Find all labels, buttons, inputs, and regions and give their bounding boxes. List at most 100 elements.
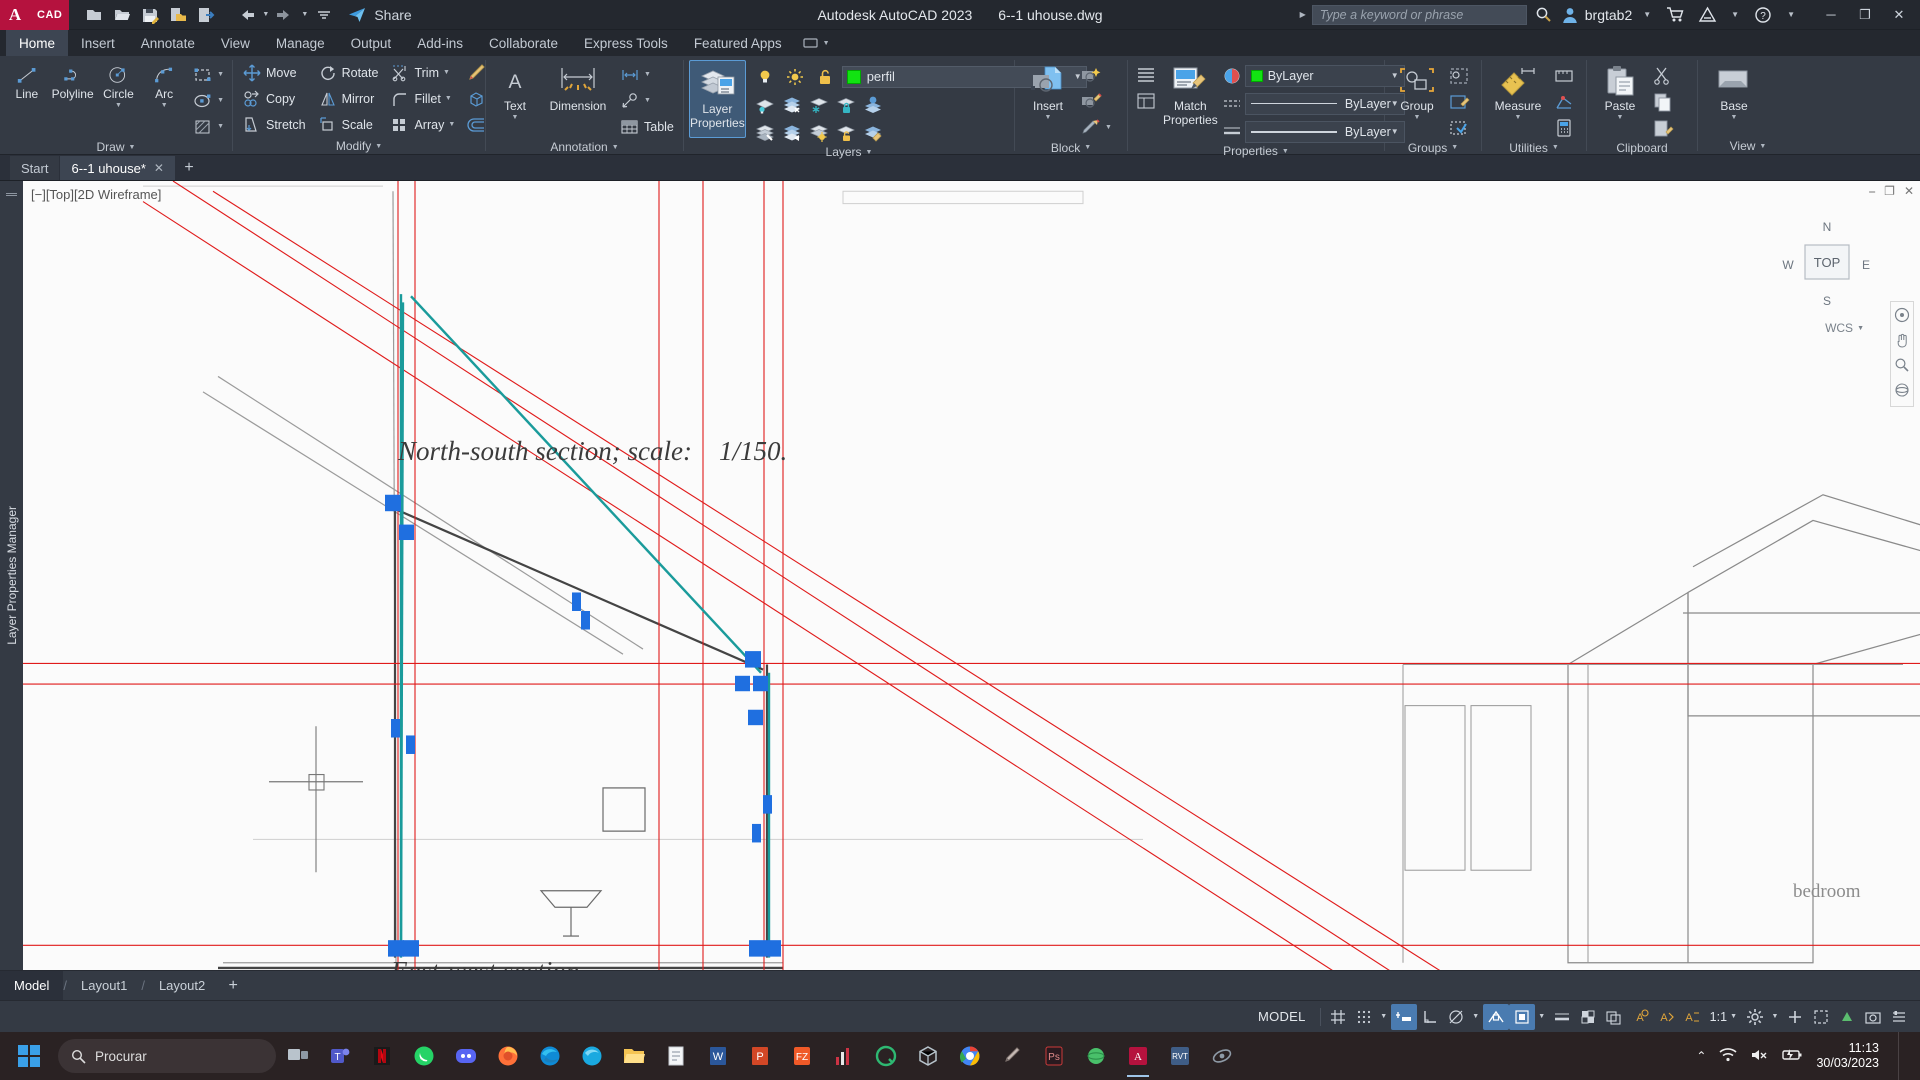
close-vp-icon[interactable]: ✕ <box>1904 184 1914 199</box>
drawing-canvas[interactable]: North-south section; scale: 1/150. East-… <box>23 181 1920 970</box>
insert-block-button[interactable]: Insert ▼ <box>1020 60 1076 121</box>
ellipse-button[interactable]: ▼ <box>190 88 227 113</box>
help-icon[interactable]: ? <box>1750 3 1776 27</box>
base-dropdown-icon[interactable]: ▼ <box>1731 114 1738 121</box>
open-icon[interactable] <box>109 3 135 27</box>
panel-modify-title[interactable]: Modify ▼ <box>233 137 485 155</box>
lineweight-dropdown[interactable]: ByLayer ▼ <box>1244 120 1405 143</box>
file-tab-start[interactable]: Start <box>10 156 60 180</box>
maximize-vp-icon[interactable]: ❐ <box>1884 184 1895 199</box>
paste-dropdown-icon[interactable]: ▼ <box>1617 114 1624 121</box>
panel-utilities-title[interactable]: Utilities ▼ <box>1482 140 1586 155</box>
tab-express-tools[interactable]: Express Tools <box>571 30 681 56</box>
rotate-button[interactable]: Rotate <box>315 60 382 85</box>
workspace-icon[interactable] <box>1742 1004 1768 1030</box>
orbit-icon[interactable] <box>1894 382 1910 401</box>
volume-muted-icon[interactable] <box>1750 1047 1768 1066</box>
panel-annotation-expand-icon[interactable]: ▼ <box>612 144 619 151</box>
annotation-visibility-icon[interactable]: A <box>1627 1004 1653 1030</box>
infer-constraints-icon[interactable] <box>1390 1003 1417 1030</box>
pan-icon[interactable] <box>1894 332 1910 351</box>
revit-icon[interactable]: RVT <box>1160 1034 1200 1078</box>
measure-dropdown-icon[interactable]: ▼ <box>1515 114 1522 121</box>
array-button[interactable]: Array ▼ <box>387 112 458 137</box>
steering-wheel-icon[interactable] <box>1894 307 1910 326</box>
file-tab-uhouse[interactable]: 6--1 uhouse* ✕ <box>60 156 175 180</box>
panel-draw-expand-icon[interactable]: ▼ <box>129 144 136 151</box>
fillet-button[interactable]: Fillet ▼ <box>387 86 458 111</box>
text-dropdown-icon[interactable]: ▼ <box>512 114 519 121</box>
scale-button[interactable]: Scale <box>315 112 382 137</box>
arc-button[interactable]: Arc ▼ <box>142 60 186 109</box>
panel-modify-expand-icon[interactable]: ▼ <box>375 143 382 150</box>
share-button[interactable]: Share <box>347 6 412 24</box>
notepad-icon[interactable] <box>656 1034 696 1078</box>
tab-collaborate[interactable]: Collaborate <box>476 30 571 56</box>
copy-clip-icon[interactable] <box>1650 89 1676 114</box>
redo-icon[interactable] <box>272 3 298 27</box>
object-snap-icon[interactable] <box>1482 1003 1509 1030</box>
copy-button[interactable]: Copy <box>239 86 309 111</box>
annotation-scale-icon[interactable]: A <box>1679 1004 1705 1030</box>
leader-dropdown-icon[interactable]: ▼ <box>644 97 651 104</box>
model-space-button[interactable]: MODEL <box>1248 1009 1316 1024</box>
layer-match-icon[interactable] <box>860 120 886 145</box>
arc-dropdown-icon[interactable]: ▼ <box>161 102 168 109</box>
panel-properties-title[interactable]: Properties ▼ <box>1128 144 1384 158</box>
panel-view-expand-icon[interactable]: ▼ <box>1759 143 1766 150</box>
layer-unisolate-icon[interactable] <box>779 120 805 145</box>
circle-dropdown-icon[interactable]: ▼ <box>115 102 122 109</box>
color-dropdown[interactable]: ByLayer ▼ <box>1244 64 1405 87</box>
layer-off-icon[interactable] <box>752 92 778 117</box>
discord-icon[interactable] <box>446 1034 486 1078</box>
undo-dropdown-icon[interactable]: ▼ <box>261 4 270 26</box>
chrome-icon[interactable] <box>950 1034 990 1078</box>
layer-turn-all-on-icon[interactable] <box>752 120 778 145</box>
maximize-button[interactable]: ❐ <box>1848 0 1882 30</box>
create-block-icon[interactable] <box>1078 63 1104 88</box>
qbittorrent-icon[interactable] <box>866 1034 906 1078</box>
hatch-dropdown-icon[interactable]: ▼ <box>217 123 224 130</box>
rectangle-button[interactable]: ▼ <box>190 62 227 87</box>
insert-dropdown-icon[interactable]: ▼ <box>1045 114 1052 121</box>
tab-view[interactable]: View <box>208 30 263 56</box>
table-button[interactable]: Table <box>617 114 677 139</box>
panel-annotation-title[interactable]: Annotation ▼ <box>486 139 683 155</box>
properties-list-icon[interactable] <box>1133 62 1159 87</box>
edit-attribute-button[interactable]: ▼ <box>1078 115 1115 140</box>
autoscale-icon[interactable]: A <box>1653 1004 1679 1030</box>
panel-view-title[interactable]: View ▼ <box>1698 137 1798 155</box>
selection-cycling-icon[interactable] <box>1601 1004 1627 1030</box>
transparency-icon[interactable] <box>1575 1004 1601 1030</box>
redo-dropdown-icon[interactable]: ▼ <box>300 4 309 26</box>
start-button[interactable] <box>6 1033 52 1079</box>
layer-properties-manager-panel[interactable]: Layer Properties Manager <box>0 181 23 970</box>
sphere-icon[interactable] <box>1076 1034 1116 1078</box>
help-dropdown-icon[interactable]: ▼ <box>1787 10 1795 19</box>
tab-featured-apps[interactable]: Featured Apps <box>681 30 795 56</box>
zoom-extents-icon[interactable] <box>1894 357 1910 376</box>
word-icon[interactable]: W <box>698 1034 738 1078</box>
close-icon[interactable]: ✕ <box>154 161 164 175</box>
battery-icon[interactable] <box>1781 1047 1803 1066</box>
snap-mode-icon[interactable] <box>1351 1004 1377 1030</box>
edit-block-icon[interactable] <box>1078 89 1104 114</box>
array-dropdown-icon[interactable]: ▼ <box>448 121 455 128</box>
layer-thaw-all-icon[interactable] <box>806 120 832 145</box>
taskbar-search[interactable]: Procurar <box>58 1039 276 1073</box>
ungroup-icon[interactable] <box>1446 63 1472 88</box>
measure-button[interactable]: Measure ▼ <box>1487 60 1549 121</box>
layout-tab-layout2[interactable]: Layout2 <box>145 971 219 1001</box>
grid-display-icon[interactable] <box>1325 1004 1351 1030</box>
tab-annotate[interactable]: Annotate <box>128 30 208 56</box>
new-icon[interactable] <box>81 3 107 27</box>
polar-tracking-icon[interactable] <box>1443 1004 1469 1030</box>
customization-icon[interactable] <box>1886 1004 1912 1030</box>
paste-special-icon[interactable] <box>1650 115 1676 140</box>
tab-output[interactable]: Output <box>338 30 405 56</box>
fillet-dropdown-icon[interactable]: ▼ <box>445 95 452 102</box>
layer-freeze2-icon[interactable] <box>806 92 832 117</box>
taskbar-clock[interactable]: 11:13 30/03/2023 <box>1816 1041 1885 1071</box>
tab-home[interactable]: Home <box>6 30 69 56</box>
cut-icon[interactable] <box>1650 63 1676 88</box>
